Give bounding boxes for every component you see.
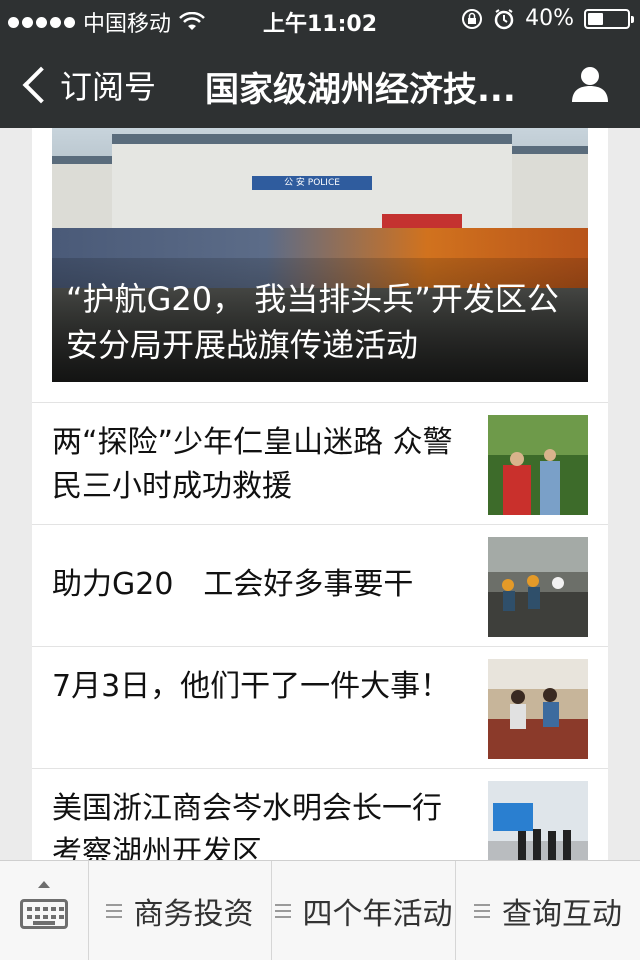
menu-tab-four-year-activities[interactable]: 四个年活动 <box>272 861 456 960</box>
back-button[interactable]: 订阅号 <box>18 62 156 108</box>
hero-article[interactable]: 公 安 POLICE “护航G20， 我当排头兵”开发区公安分局开展战旗传递活动 <box>52 128 588 382</box>
back-label: 订阅号 <box>60 68 157 106</box>
menu-lines-icon <box>105 900 122 922</box>
article-title: 美国浙江商会岑水明会长一行考察湖州开发区 <box>52 791 442 860</box>
article-list: 两“探险”少年仁皇山迷路 众警民三小时成功救援 助力G20 工会好多事要干 7月… <box>32 402 608 860</box>
menu-tab-label: 商务投资 <box>133 896 254 932</box>
navigation-bar: 订阅号 国家级湖州经济技... <box>0 40 640 128</box>
keyboard-toggle-button[interactable] <box>0 861 89 960</box>
menu-lines-icon <box>474 900 490 922</box>
keyboard-icon <box>20 899 68 929</box>
workers-thumbnail <box>488 537 588 637</box>
article-list-card: 公 安 POLICE “护航G20， 我当排头兵”开发区公安分局开展战旗传递活动… <box>32 128 608 860</box>
article-title: 两“探险”少年仁皇山迷路 众警民三小时成功救援 <box>52 425 453 504</box>
visit-thumbnail <box>488 781 588 860</box>
menu-tab-label: 四个年活动 <box>302 896 453 932</box>
list-item[interactable]: 美国浙江商会岑水明会长一行考察湖州开发区 <box>32 768 608 860</box>
rotation-lock-icon <box>462 8 483 29</box>
caret-up-icon <box>38 881 50 888</box>
page-title: 国家级湖州经济技... <box>205 70 516 110</box>
battery-percent: 40% <box>525 6 574 31</box>
menu-tab-label: 查询互动 <box>502 896 622 932</box>
hero-caption: “护航G20， 我当排头兵”开发区公安分局开展战旗传递活动 <box>66 280 559 364</box>
menu-lines-icon <box>274 900 291 922</box>
profile-icon[interactable] <box>570 64 610 104</box>
alarm-icon <box>494 8 514 29</box>
battery-icon <box>584 8 634 29</box>
status-bar: 中国移动 上午11:02 40% <box>0 0 640 40</box>
menu-tab-query-interaction[interactable]: 查询互动 <box>456 861 640 960</box>
list-item[interactable]: 两“探险”少年仁皇山迷路 众警民三小时成功救援 <box>32 402 608 524</box>
bottom-menu: 商务投资 四个年活动 查询互动 <box>0 860 640 960</box>
chevron-left-icon <box>22 66 60 104</box>
rescue-thumbnail <box>488 415 588 515</box>
battery-level <box>588 12 604 25</box>
list-item[interactable]: 7月3日，他们干了一件大事！ <box>32 646 608 768</box>
article-title: 7月3日，他们干了一件大事！ <box>52 669 451 704</box>
police-sign: 公 安 POLICE <box>252 176 372 190</box>
article-title: 助力G20 工会好多事要干 <box>52 567 414 602</box>
list-item[interactable]: 助力G20 工会好多事要干 <box>32 524 608 646</box>
menu-tab-business-investment[interactable]: 商务投资 <box>88 861 272 960</box>
event-thumbnail <box>488 659 588 759</box>
